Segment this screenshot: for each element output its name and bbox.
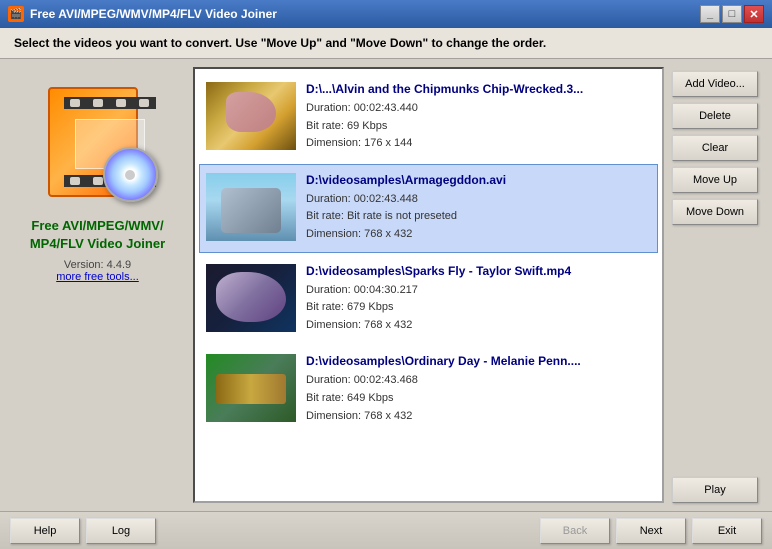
video-meta: Duration: 00:02:43.468Bit rate: 649 Kbps…: [306, 372, 651, 425]
app-logo: [33, 77, 163, 207]
video-info: D:\videosamples\Ordinary Day - Melanie P…: [306, 354, 651, 425]
spacer: [672, 231, 762, 471]
video-filename: D:\videosamples\Sparks Fly - Taylor Swif…: [306, 264, 651, 278]
film-sprocket-top: [64, 97, 156, 109]
video-meta: Duration: 00:02:43.448Bit rate: Bit rate…: [306, 191, 651, 244]
app-title-line2: MP4/FLV Video Joiner: [30, 236, 165, 251]
maximize-button[interactable]: □: [722, 5, 742, 23]
add-video-button[interactable]: Add Video...: [672, 71, 758, 97]
sidebar: Free AVI/MPEG/WMV/ MP4/FLV Video Joiner …: [10, 67, 185, 503]
video-list-item[interactable]: D:\videosamples\Armagegddon.avi Duration:…: [199, 164, 658, 253]
sprocket-hole: [93, 99, 103, 107]
close-button[interactable]: ✕: [744, 5, 764, 23]
move-down-button[interactable]: Move Down: [672, 199, 758, 225]
video-thumbnail: [206, 82, 296, 150]
sprocket-hole: [93, 177, 103, 185]
bottom-navigation: Help Log Back Next Exit: [0, 511, 772, 549]
instruction-text: Select the videos you want to convert. U…: [14, 36, 546, 50]
play-button[interactable]: Play: [672, 477, 758, 503]
video-meta: Duration: 00:02:43.440Bit rate: 69 KbpsD…: [306, 100, 651, 153]
minimize-button[interactable]: _: [700, 5, 720, 23]
window-controls[interactable]: _ □ ✕: [700, 5, 764, 23]
video-info: D:\videosamples\Armagegddon.avi Duration:…: [306, 173, 651, 244]
action-buttons-panel: Add Video... Delete Clear Move Up Move D…: [672, 67, 762, 503]
sprocket-hole: [139, 99, 149, 107]
version-label: Version: 4.4.9: [64, 259, 131, 271]
window-title: Free AVI/MPEG/WMV/MP4/FLV Video Joiner: [30, 7, 277, 21]
video-thumbnail: [206, 173, 296, 241]
sprocket-hole: [70, 177, 80, 185]
sprocket-hole: [116, 99, 126, 107]
log-button[interactable]: Log: [86, 518, 156, 544]
instruction-bar: Select the videos you want to convert. U…: [0, 28, 772, 59]
video-filename: D:\...\Alvin and the Chipmunks Chip-Wrec…: [306, 82, 651, 96]
disc-graphic: [103, 147, 158, 202]
video-filename: D:\videosamples\Ordinary Day - Melanie P…: [306, 354, 651, 368]
exit-button[interactable]: Exit: [692, 518, 762, 544]
right-nav-group: Back Next Exit: [540, 518, 762, 544]
video-list-item[interactable]: D:\videosamples\Ordinary Day - Melanie P…: [199, 345, 658, 434]
clear-button[interactable]: Clear: [672, 135, 758, 161]
disc-hole: [125, 170, 135, 180]
title-bar: 🎬 Free AVI/MPEG/WMV/MP4/FLV Video Joiner…: [0, 0, 772, 28]
video-meta: Duration: 00:04:30.217Bit rate: 679 Kbps…: [306, 282, 651, 335]
video-list-item[interactable]: D:\...\Alvin and the Chipmunks Chip-Wrec…: [199, 73, 658, 162]
left-nav-group: Help Log: [10, 518, 156, 544]
video-info: D:\videosamples\Sparks Fly - Taylor Swif…: [306, 264, 651, 335]
window-body: Select the videos you want to convert. U…: [0, 28, 772, 549]
film-reel-graphic: [33, 77, 163, 207]
app-title-line1: Free AVI/MPEG/WMV/: [31, 218, 163, 233]
video-list[interactable]: D:\...\Alvin and the Chipmunks Chip-Wrec…: [193, 67, 664, 503]
delete-button[interactable]: Delete: [672, 103, 758, 129]
back-button[interactable]: Back: [540, 518, 610, 544]
video-thumbnail: [206, 354, 296, 422]
video-list-item[interactable]: D:\videosamples\Sparks Fly - Taylor Swif…: [199, 255, 658, 344]
video-thumbnail: [206, 264, 296, 332]
sprocket-hole: [70, 99, 80, 107]
more-tools-link[interactable]: more free tools...: [56, 271, 139, 283]
app-icon: 🎬: [8, 6, 24, 22]
video-filename: D:\videosamples\Armagegddon.avi: [306, 173, 651, 187]
app-title: Free AVI/MPEG/WMV/ MP4/FLV Video Joiner: [30, 217, 165, 253]
help-button[interactable]: Help: [10, 518, 80, 544]
move-up-button[interactable]: Move Up: [672, 167, 758, 193]
video-info: D:\...\Alvin and the Chipmunks Chip-Wrec…: [306, 82, 651, 153]
content-area: Free AVI/MPEG/WMV/ MP4/FLV Video Joiner …: [0, 59, 772, 511]
next-button[interactable]: Next: [616, 518, 686, 544]
